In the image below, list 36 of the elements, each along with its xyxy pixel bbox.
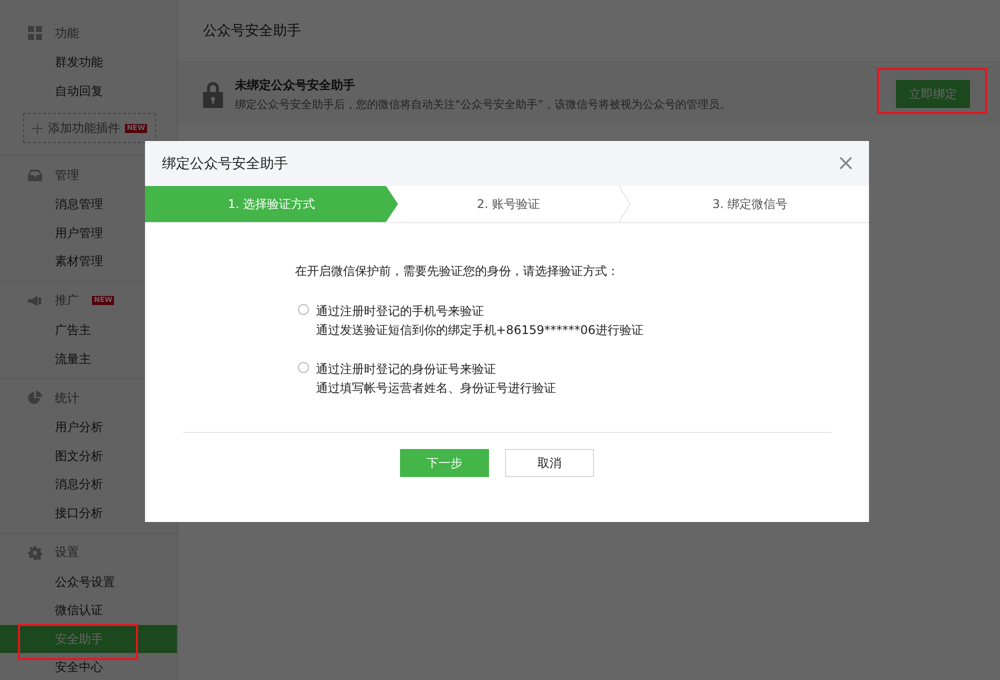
grid-icon bbox=[28, 26, 42, 40]
settings-icon bbox=[28, 546, 42, 560]
section-title: 设置 bbox=[55, 544, 79, 562]
add-plugin-label: 添加功能插件 bbox=[48, 120, 120, 137]
sidebar-item[interactable]: 安全中心 bbox=[0, 653, 177, 680]
sidebar-item[interactable]: 公众号设置 bbox=[0, 568, 177, 596]
next-button[interactable]: 下一步 bbox=[400, 449, 489, 477]
sidebar-item[interactable]: 安全助手 bbox=[0, 624, 177, 654]
sidebar-item[interactable]: 群发功能 bbox=[0, 48, 177, 77]
cancel-button[interactable]: 取消 bbox=[505, 449, 594, 477]
notice-description: 绑定公众号安全助手后，您的微信将自动关注“公众号安全助手”，该微信号将被视为公众号的管理员。 bbox=[235, 96, 732, 112]
sidebar-item[interactable]: 自动回复 bbox=[0, 76, 177, 106]
close-button[interactable]: × bbox=[836, 152, 855, 174]
section-title: 管理 bbox=[55, 166, 79, 184]
radio-button[interactable] bbox=[298, 362, 309, 373]
pie-chart-icon bbox=[28, 391, 42, 406]
radio-button[interactable] bbox=[298, 304, 309, 315]
prompt-text: 在开启微信保护前，需要先验证您的身份，请选择验证方式： bbox=[295, 263, 620, 280]
sidebar-item[interactable]: 微信认证 bbox=[0, 596, 177, 625]
lock-icon bbox=[203, 80, 223, 108]
bind-now-button[interactable]: 立即绑定 bbox=[896, 80, 970, 108]
plus-icon bbox=[32, 122, 43, 134]
option-description: 通过填写帐号运营者姓名、身份证号进行验证 bbox=[316, 380, 556, 397]
section-title: 推广 bbox=[55, 292, 79, 310]
step-label: 3. 绑定微信号 bbox=[711, 196, 789, 212]
megaphone-icon bbox=[28, 294, 42, 308]
section-title: 统计 bbox=[55, 390, 79, 407]
option-description: 通过发送验证短信到你的绑定手机+86159******06进行验证 bbox=[316, 322, 644, 339]
step-label: 2. 账号验证 bbox=[476, 196, 542, 212]
option-label: 通过注册时登记的身份证号来验证 bbox=[316, 361, 497, 378]
inbox-icon bbox=[28, 168, 42, 182]
option-label: 通过注册时登记的手机号来验证 bbox=[316, 303, 485, 320]
section-title: 功能 bbox=[55, 24, 79, 42]
dialog-title: 绑定公众号安全助手 bbox=[162, 154, 288, 172]
notice-title: 未绑定公众号安全助手 bbox=[235, 76, 356, 94]
page-title: 公众号安全助手 bbox=[203, 22, 301, 40]
